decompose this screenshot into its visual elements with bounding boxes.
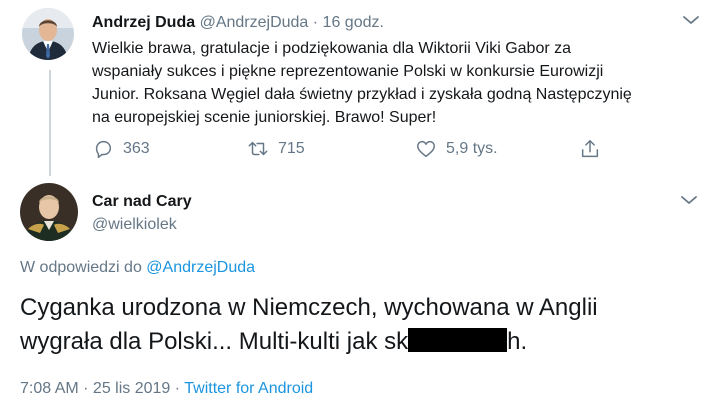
tweet1-author-handle[interactable]: @AndrzejDuda — [200, 14, 309, 31]
reply-mention-link[interactable]: @AndrzejDuda — [146, 259, 255, 276]
tweet1-menu-caret[interactable] — [681, 13, 701, 27]
reply-button[interactable]: 363 — [92, 137, 150, 161]
tweet2-menu-caret[interactable] — [679, 193, 699, 207]
tweet2-author-handle[interactable]: @wielkiolek — [92, 216, 177, 234]
tweet1-text-line: na europejskiej scenie juniorskiej. Braw… — [92, 109, 437, 126]
share-button[interactable] — [579, 137, 610, 161]
tweet2-text-before-redaction: wygrała dla Polski... Multi-kulti jak sk — [20, 328, 409, 355]
tweet1-action-bar: 363 715 5,9 tys. — [92, 137, 612, 161]
tweet1-text: Wielkie brawa, gratulacje i podziękowani… — [92, 37, 702, 129]
tweet2-text: Cyganka urodzona w Niemczech, wychowana … — [20, 291, 598, 359]
tweet1-text-line: Wielkie brawa, gratulacje i podziękowani… — [92, 40, 572, 57]
portrait-avatar-icon — [20, 183, 78, 241]
thread-line — [49, 70, 51, 176]
tweet1-text-line: wspaniały sukces i piękne reprezentowani… — [92, 63, 604, 80]
tweet1-header: Andrzej Duda @AndrzejDuda · 16 godz. — [92, 13, 384, 33]
redaction-box — [408, 328, 508, 352]
tweet2-date[interactable]: 25 lis 2019 — [93, 380, 170, 397]
retweet-icon — [248, 141, 268, 156]
like-button[interactable]: 5,9 tys. — [415, 137, 498, 161]
tweet1-text-line: Junior. Roksana Węgiel dała świetny przy… — [92, 86, 632, 103]
chevron-down-icon — [681, 196, 697, 204]
tweet2-author-name[interactable]: Car nad Cary — [92, 193, 192, 211]
tweet1-separator: · — [308, 14, 323, 31]
tweet2-time[interactable]: 7:08 AM — [20, 380, 79, 397]
reply-icon — [95, 140, 112, 158]
reply-context: W odpowiedzi do @AndrzejDuda — [20, 259, 255, 277]
chevron-down-icon — [683, 16, 699, 24]
retweet-button[interactable]: 715 — [247, 137, 305, 161]
avatar-andrzej-duda[interactable] — [22, 8, 74, 60]
portrait-avatar-icon — [22, 8, 74, 60]
tweet2-source-link[interactable]: Twitter for Android — [184, 380, 313, 397]
footer-separator: · — [78, 380, 93, 397]
footer-separator: · — [170, 380, 185, 397]
reply-count: 363 — [123, 140, 150, 157]
avatar-car-nad-cary[interactable] — [20, 183, 78, 241]
share-icon — [581, 140, 599, 158]
tweet2-text-line: wygrała dla Polski... Multi-kulti jak sk… — [20, 325, 598, 359]
heart-icon — [417, 140, 435, 158]
tweet2-text-after-redaction: h. — [507, 328, 528, 355]
like-count: 5,9 tys. — [446, 140, 498, 157]
tweet2-text-line: Cyganka urodzona w Niemczech, wychowana … — [20, 294, 598, 321]
reply-prefix: W odpowiedzi do — [20, 259, 147, 276]
tweet2-footer: 7:08 AM · 25 lis 2019 · Twitter for Andr… — [20, 380, 313, 398]
tweet1-timestamp[interactable]: 16 godz. — [323, 14, 384, 31]
tweet1-author-name[interactable]: Andrzej Duda — [92, 14, 195, 31]
retweet-count: 715 — [278, 140, 305, 157]
